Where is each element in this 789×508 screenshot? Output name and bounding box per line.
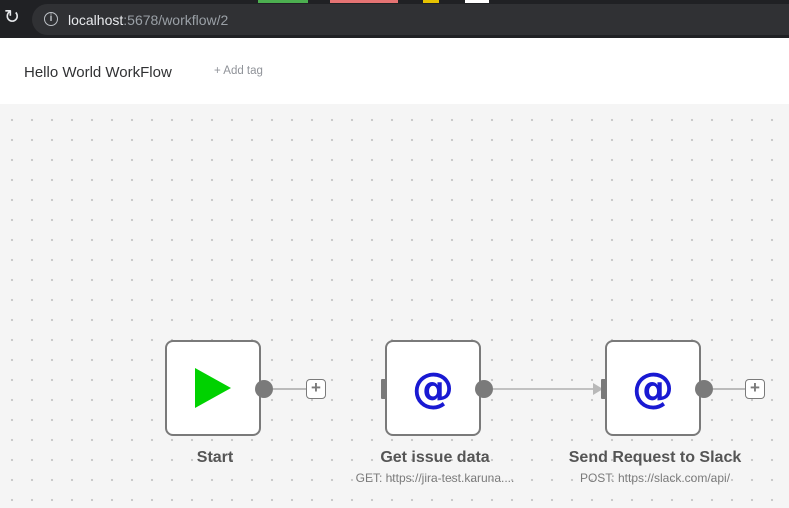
- tab-indicator: [330, 0, 398, 3]
- start-output-handle[interactable]: [255, 380, 273, 398]
- info-icon[interactable]: i: [44, 12, 58, 26]
- url-text[interactable]: localhost:5678/workflow/2: [68, 12, 228, 28]
- url-path: :5678/workflow/2: [123, 12, 229, 28]
- at-icon: @: [412, 363, 454, 412]
- start-add-node-button[interactable]: +: [306, 379, 326, 399]
- add-tag-button[interactable]: + Add tag: [214, 65, 263, 77]
- workflow-canvas[interactable]: + Start @ Get issue data GET: https://ji…: [0, 104, 789, 508]
- start-node-icon-wrap: [167, 342, 259, 434]
- send-slack-add-node-button[interactable]: +: [745, 379, 765, 399]
- tab-indicator: [258, 0, 308, 3]
- reload-icon[interactable]: ↻: [1, 7, 23, 29]
- browser-toolbar: ↻ i localhost:5678/workflow/2: [0, 0, 789, 38]
- get-issue-icon-wrap: @: [387, 342, 479, 434]
- address-bar[interactable]: i localhost:5678/workflow/2: [32, 4, 789, 35]
- tab-strip: [0, 0, 789, 3]
- get-issue-node-title: Get issue data: [380, 449, 490, 466]
- get-issue-node-subtitle: GET: https://jira-test.karuna....: [355, 471, 515, 485]
- connections-layer: [273, 383, 745, 395]
- get-issue-node[interactable]: @: [385, 340, 481, 436]
- send-slack-node[interactable]: @: [605, 340, 701, 436]
- tab-indicator: [465, 0, 489, 3]
- start-node[interactable]: [165, 340, 261, 436]
- workflow-header: Hello World WorkFlow + Add tag: [0, 38, 789, 104]
- send-slack-node-title: Send Request to Slack: [568, 449, 742, 466]
- send-slack-icon-wrap: @: [607, 342, 699, 434]
- url-host: localhost: [68, 12, 124, 28]
- send-slack-output-handle[interactable]: [695, 380, 713, 398]
- get-issue-output-handle[interactable]: [475, 380, 493, 398]
- at-icon: @: [632, 363, 674, 412]
- play-icon: [195, 368, 231, 408]
- tab-indicator: [423, 0, 439, 3]
- start-node-title: Start: [196, 449, 234, 466]
- send-slack-node-subtitle: POST: https://slack.com/api/: [579, 471, 731, 485]
- workflow-name[interactable]: Hello World WorkFlow: [24, 64, 172, 81]
